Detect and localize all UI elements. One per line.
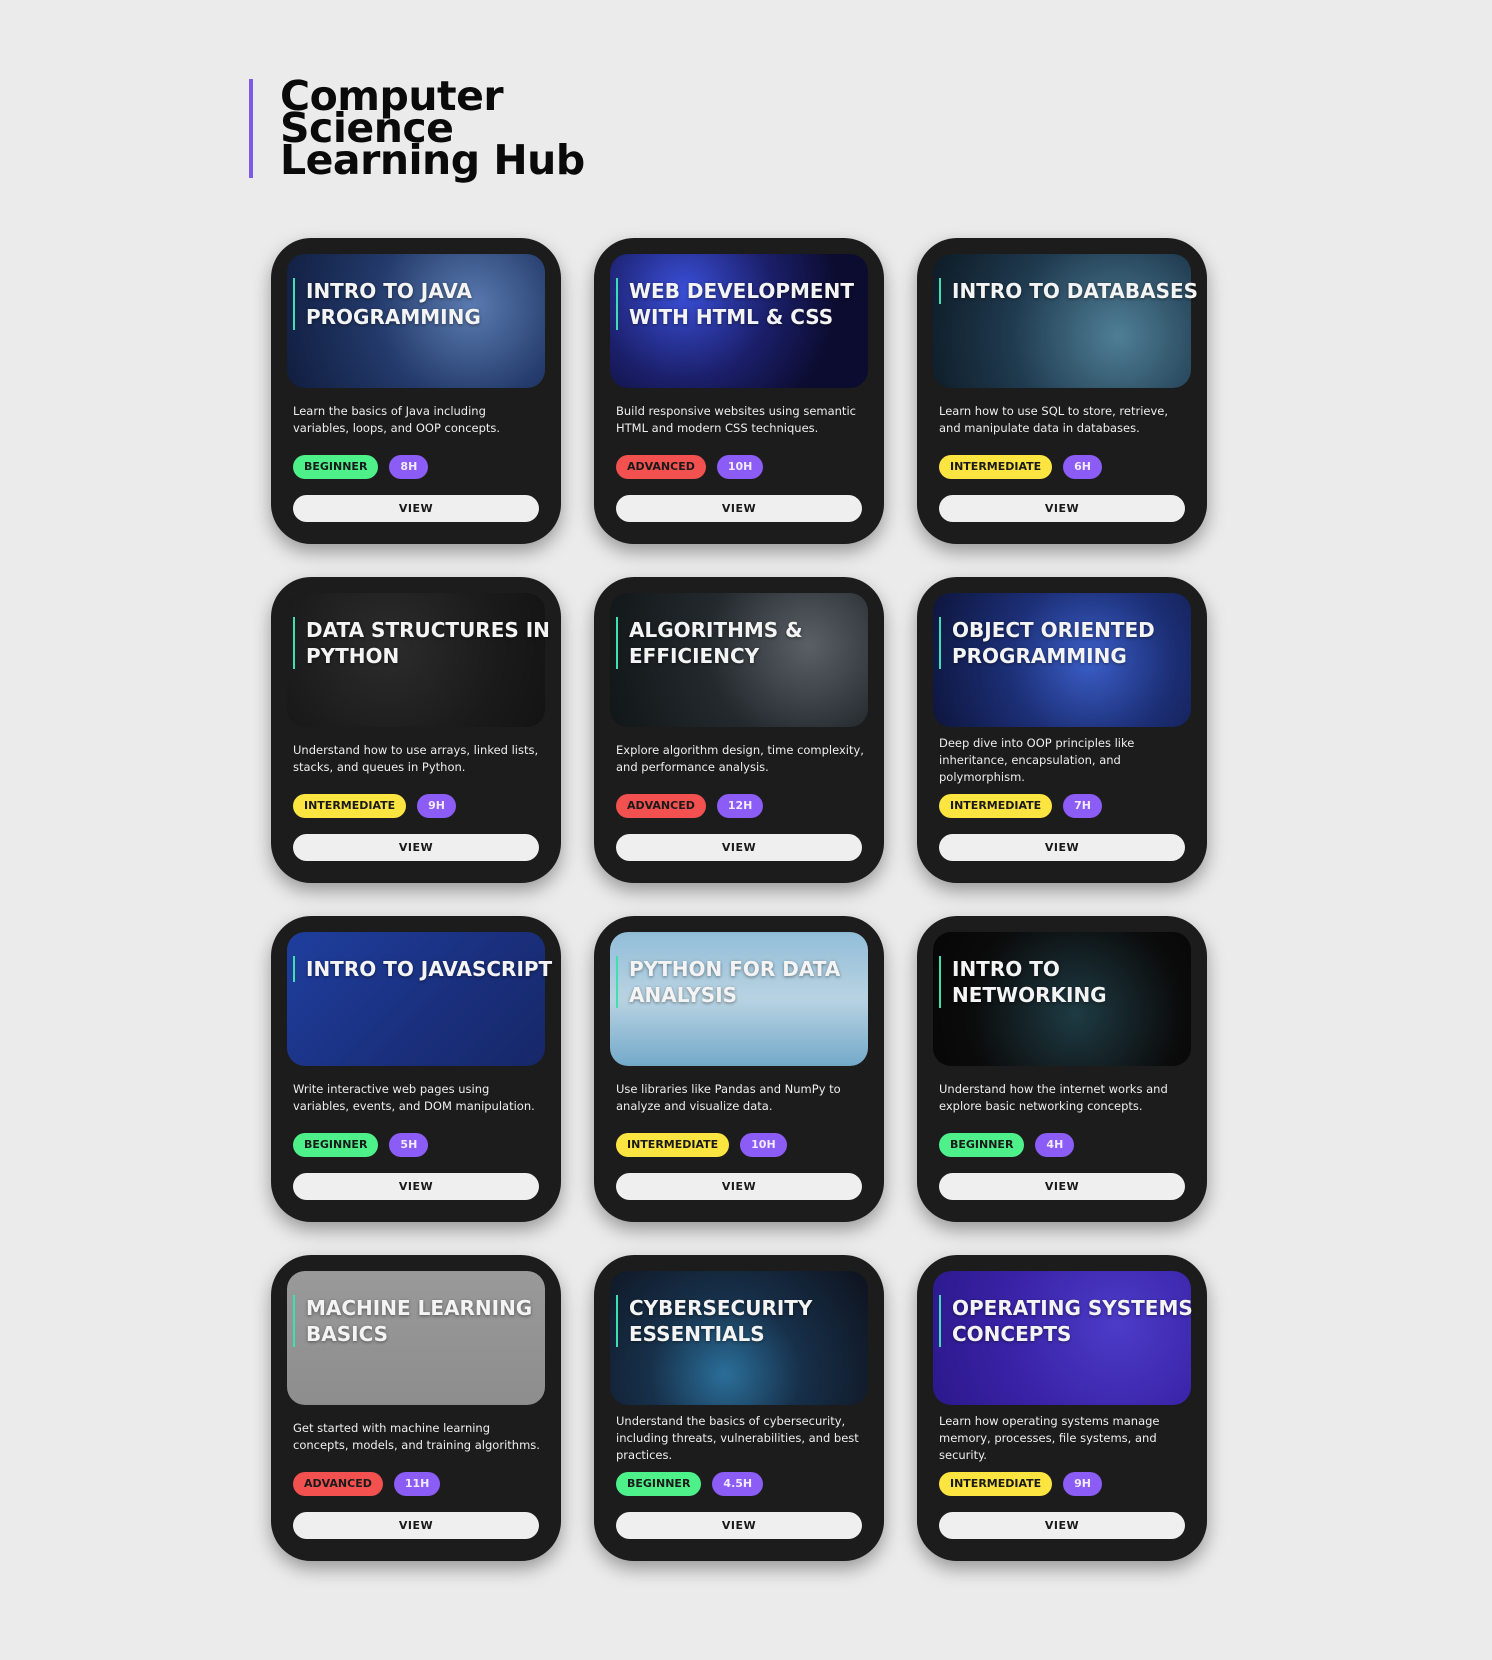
course-description: Understand the basics of cybersecurity, … [616,1414,859,1462]
course-tags: INTERMEDIATE 9H [293,794,457,818]
course-card: Intro to JavaScript Write interactive web… [271,916,561,1222]
level-badge: BEGINNER [616,1472,702,1496]
course-title: Data Structures in Python [293,617,554,669]
course-description: Understand how the internet works and ex… [939,1082,1168,1113]
view-course-button[interactable]: VIEW [939,1512,1185,1539]
course-title: Machine Learning Basics [293,1295,554,1347]
course-description: Build responsive websites using semantic… [616,404,856,435]
course-title: Intro to Databases [939,278,1200,304]
page-title: Computer Science Learning Hub [280,72,585,184]
duration-badge: 7H [1063,794,1103,818]
duration-badge: 4H [1035,1133,1075,1157]
level-badge: INTERMEDIATE [293,794,407,818]
course-tags: BEGINNER 8H [293,455,429,479]
duration-badge: 11H [393,1472,441,1496]
course-title: Cybersecurity Essentials [616,1295,877,1347]
course-card: Web Development with HTML & CSS Build res… [594,238,884,544]
course-description: Understand how to use arrays, linked lis… [293,743,539,774]
course-card: Data Structures in Python Understand how … [271,577,561,883]
duration-badge: 10H [740,1133,787,1157]
course-tags: BEGINNER 4H [939,1133,1075,1157]
level-badge: INTERMEDIATE [939,455,1053,479]
course-description: Write interactive web pages using variab… [293,1082,535,1113]
course-card: Machine Learning Basics Get started with … [271,1255,561,1561]
view-course-button[interactable]: VIEW [939,1173,1185,1200]
duration-badge: 9H [417,794,457,818]
course-tags: BEGINNER 4.5H [616,1472,764,1496]
course-description: Deep dive into OOP principles like inher… [939,736,1135,784]
view-course-button[interactable]: VIEW [616,1512,862,1539]
course-description: Use libraries like Pandas and NumPy to a… [616,1082,841,1113]
level-badge: ADVANCED [616,455,706,479]
page-header: Computer Science Learning Hub [249,72,600,184]
view-course-button[interactable]: VIEW [616,1173,862,1200]
course-description: Learn how to use SQL to store, retrieve,… [939,404,1169,435]
course-description: Get started with machine learning concep… [293,1421,540,1452]
level-badge: ADVANCED [293,1472,383,1496]
duration-badge: 6H [1063,455,1103,479]
view-course-button[interactable]: VIEW [616,495,862,522]
view-course-button[interactable]: VIEW [293,1173,539,1200]
duration-badge: 9H [1063,1472,1103,1496]
course-title: Python for Data Analysis [616,956,877,1008]
thumbnail-image [287,932,545,1066]
course-title: Intro to JavaScript [293,956,554,982]
course-title: Intro to Java Programming [293,278,554,330]
view-course-button[interactable]: VIEW [939,495,1185,522]
course-tags: INTERMEDIATE 7H [939,794,1103,818]
course-title: Object Oriented Programming [939,617,1200,669]
view-course-button[interactable]: VIEW [293,1512,539,1539]
course-thumbnail [933,254,1191,388]
course-thumbnail [287,932,545,1066]
course-title: Operating Systems Concepts [939,1295,1200,1347]
duration-badge: 10H [716,455,764,479]
view-course-button[interactable]: VIEW [939,834,1185,861]
duration-badge: 4.5H [712,1472,764,1496]
course-description: Learn how operating systems manage memor… [939,1414,1160,1462]
level-badge: INTERMEDIATE [616,1133,730,1157]
course-tags: ADVANCED 10H [616,455,764,479]
course-title: Algorithms & Efficiency [616,617,877,669]
course-card: Operating Systems Concepts Learn how oper… [917,1255,1207,1561]
course-tags: INTERMEDIATE 10H [616,1133,787,1157]
level-badge: BEGINNER [293,1133,379,1157]
course-card: Intro to Networking Understand how the in… [917,916,1207,1222]
view-course-button[interactable]: VIEW [293,495,539,522]
course-card: Python for Data Analysis Use libraries li… [594,916,884,1222]
thumbnail-image [933,254,1191,388]
course-title: Web Development with HTML & CSS [616,278,877,330]
duration-badge: 8H [389,455,429,479]
course-title: Intro to Networking [939,956,1200,1008]
course-tags: ADVANCED 11H [293,1472,441,1496]
course-description: Explore algorithm design, time complexit… [616,743,864,774]
level-badge: BEGINNER [293,455,379,479]
course-card: Algorithms & Efficiency Explore algorithm… [594,577,884,883]
view-course-button[interactable]: VIEW [616,834,862,861]
course-card: Intro to Java Programming Learn the basic… [271,238,561,544]
view-course-button[interactable]: VIEW [293,834,539,861]
course-card: Cybersecurity Essentials Understand the b… [594,1255,884,1561]
course-card: Object Oriented Programming Deep dive int… [917,577,1207,883]
duration-badge: 12H [716,794,764,818]
duration-badge: 5H [389,1133,429,1157]
level-badge: ADVANCED [616,794,706,818]
course-tags: INTERMEDIATE 9H [939,1472,1103,1496]
course-tags: BEGINNER 5H [293,1133,429,1157]
course-grid: Intro to Java Programming Learn the basic… [271,238,1207,1561]
course-card: Intro to Databases Learn how to use SQL t… [917,238,1207,544]
course-tags: ADVANCED 12H [616,794,764,818]
level-badge: INTERMEDIATE [939,794,1053,818]
level-badge: INTERMEDIATE [939,1472,1053,1496]
course-tags: INTERMEDIATE 6H [939,455,1103,479]
course-description: Learn the basics of Java including varia… [293,404,501,435]
level-badge: BEGINNER [939,1133,1025,1157]
